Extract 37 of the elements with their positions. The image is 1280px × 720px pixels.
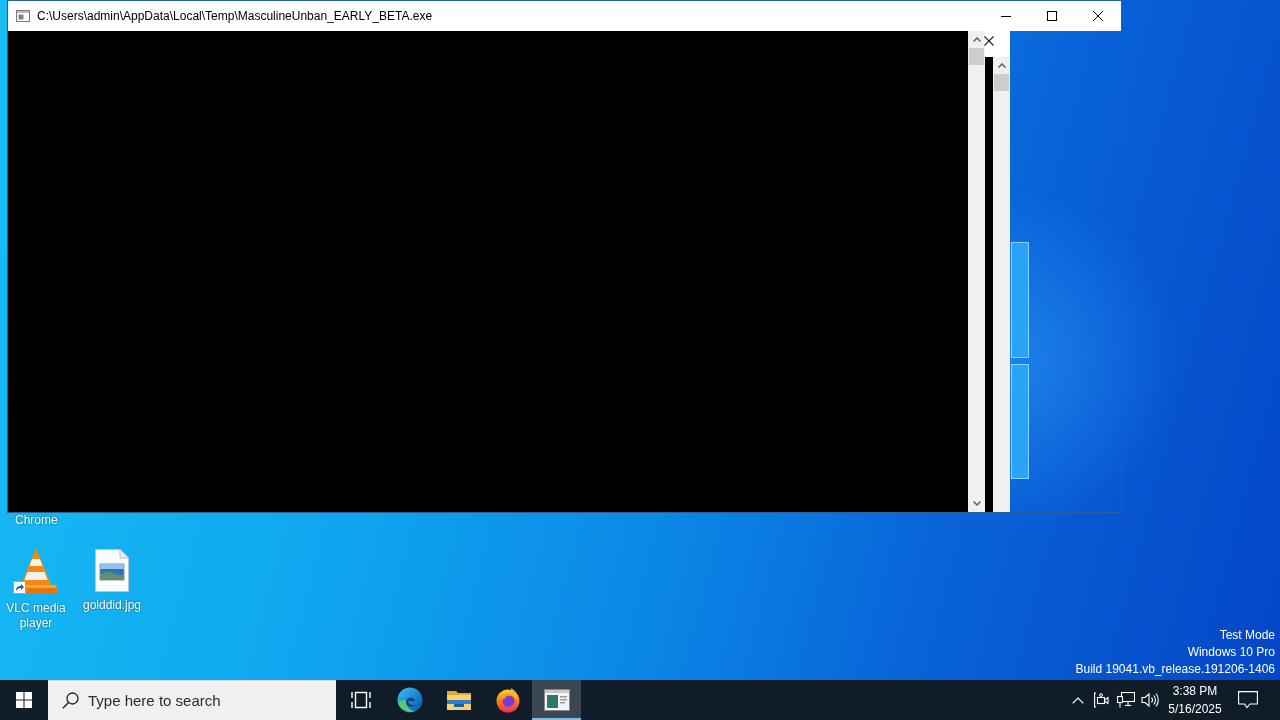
speech-bubble-icon xyxy=(1238,691,1258,709)
window-icon xyxy=(543,689,570,711)
taskbar-app-button[interactable] xyxy=(532,680,581,720)
scrollbar[interactable] xyxy=(993,57,1010,512)
image-file-icon xyxy=(95,549,129,592)
chevron-up-icon xyxy=(972,37,981,42)
chevron-down-icon xyxy=(972,501,981,506)
window-icon xyxy=(16,10,30,22)
minimize-icon xyxy=(1001,15,1011,17)
swirl-icon xyxy=(396,687,423,713)
system-notice-text: Test Mode xyxy=(1219,627,1275,644)
clock-time[interactable]: 3:38 PM xyxy=(1172,682,1218,700)
system-notice-text: Windows 10 Pro xyxy=(1187,644,1275,661)
shortcut-arrow-icon xyxy=(13,581,26,594)
close-icon xyxy=(1093,11,1103,21)
desktop-icon-label[interactable]: golddid.jpg xyxy=(82,598,142,613)
clock-date[interactable]: 5/16/2025 xyxy=(1168,700,1222,718)
search-icon xyxy=(62,692,79,709)
scrollbar-thumb[interactable] xyxy=(969,48,984,65)
windows-logo-icon xyxy=(16,692,32,708)
system-notice-text: Build 19041.vb_release.191206-1406 xyxy=(1075,661,1275,678)
search-field[interactable]: Type here to search xyxy=(48,680,336,720)
window-title: C:\Users\admin\AppData\Local\Temp\MasculineUnban_EARLY_BETA.exe xyxy=(37,9,433,23)
chevron-up-icon xyxy=(1072,696,1084,704)
scrollbar[interactable] xyxy=(968,31,985,512)
camera-icon xyxy=(1094,692,1110,708)
close-icon[interactable] xyxy=(984,36,994,46)
network-icon xyxy=(1117,692,1135,708)
volume-icon xyxy=(1141,692,1159,708)
task-view-icon xyxy=(349,691,372,709)
desktop-icon-label[interactable]: VLC media player xyxy=(2,601,70,631)
maximize-icon xyxy=(1047,11,1057,21)
desktop-icon-label[interactable]: Chrome xyxy=(15,513,58,527)
chevron-up-icon xyxy=(997,63,1006,68)
scrollbar-thumb[interactable] xyxy=(994,74,1009,91)
folder-icon xyxy=(445,689,472,711)
fox-globe-icon xyxy=(494,687,521,713)
